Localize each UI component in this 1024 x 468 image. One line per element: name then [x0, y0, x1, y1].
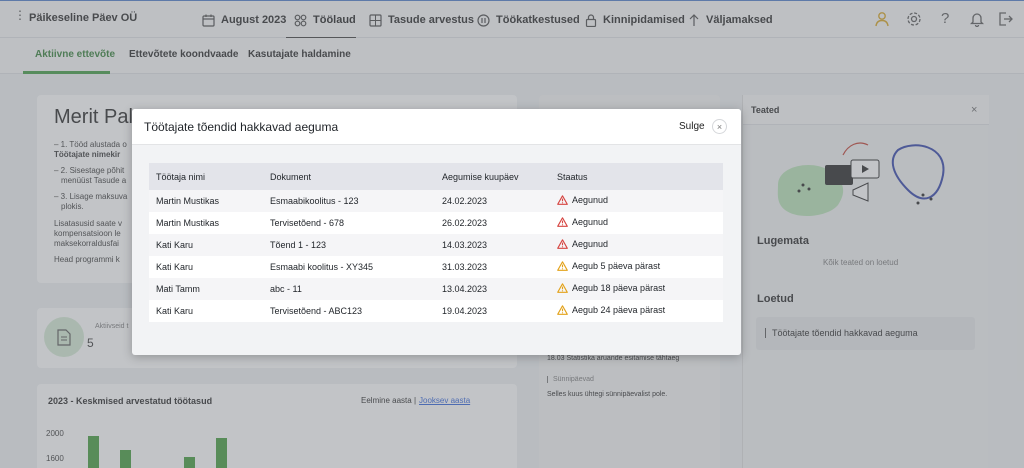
status-badge: Aegub 5 päeva pärast: [557, 261, 660, 271]
table-cell-status: Aegub 5 päeva pärast: [550, 256, 723, 278]
table-cell-date: 24.02.2023: [435, 190, 550, 212]
table-cell-status: Aegub 24 päeva pärast: [550, 300, 723, 322]
table-cell-status: Aegunud: [550, 190, 723, 212]
table-cell-status: Aegunud: [550, 212, 723, 234]
status-text: Aegub 24 päeva pärast: [572, 305, 666, 315]
column-header[interactable]: Töötaja nimi: [149, 163, 263, 190]
table-cell-date: 19.04.2023: [435, 300, 550, 322]
certificates-table: Töötaja nimi Dokument Aegumise kuupäev S…: [149, 163, 723, 322]
warning-triangle-icon: [557, 283, 568, 293]
status-badge: Aegunud: [557, 239, 608, 249]
table-row[interactable]: Kati Karu Tervisetõend - ABC123 19.04.2023…: [149, 300, 723, 322]
table-row[interactable]: Kati Karu Esmaabi koolitus - XY345 31.03.2…: [149, 256, 723, 278]
table-cell-doc: Tervisetõend - 678: [263, 212, 435, 234]
status-text: Aegub 5 päeva pärast: [572, 261, 661, 271]
close-button[interactable]: Sulge: [679, 121, 705, 132]
table-row[interactable]: Kati Karu Tõend 1 - 123 14.03.2023 Aegunud: [149, 234, 723, 256]
table-cell-status: Aegunud: [550, 234, 723, 256]
table-cell-date: 14.03.2023: [435, 234, 550, 256]
table-row[interactable]: Martin Mustikas Esmaabikoolitus - 123 24.0…: [149, 190, 723, 212]
status-text: Aegunud: [572, 239, 609, 249]
table-header-row: Töötaja nimi Dokument Aegumise kuupäev S…: [149, 163, 723, 190]
status-text: Aegunud: [572, 217, 609, 227]
table-cell-date: 26.02.2023: [435, 212, 550, 234]
warning-triangle-icon: [557, 239, 568, 249]
table-cell-status: Aegub 18 päeva pärast: [550, 278, 723, 300]
warning-triangle-icon: [557, 305, 568, 315]
expiring-certificates-modal: Töötajate tõendid hakkavad aeguma Sulge …: [132, 109, 741, 355]
table-cell-doc: Tõend 1 - 123: [263, 234, 435, 256]
status-text: Aegub 18 päeva pärast: [572, 283, 666, 293]
table-cell-doc: Esmaabikoolitus - 123: [263, 190, 435, 212]
column-header[interactable]: Aegumise kuupäev: [435, 163, 550, 190]
table-cell-date: 13.04.2023: [435, 278, 550, 300]
warning-triangle-icon: [557, 261, 568, 271]
modal-header: Töötajate tõendid hakkavad aeguma Sulge …: [132, 109, 741, 145]
table-row[interactable]: Mati Tamm abc - 11 13.04.2023 Aegub 18 päev…: [149, 278, 723, 300]
table-cell-name: Kati Karu: [149, 234, 263, 256]
table-cell-date: 31.03.2023: [435, 256, 550, 278]
column-header[interactable]: Dokument: [263, 163, 435, 190]
status-badge: Aegunud: [557, 217, 608, 227]
table-cell-doc: abc - 11: [263, 278, 435, 300]
status-text: Aegunud: [572, 195, 609, 205]
close-icon[interactable]: ×: [712, 119, 727, 134]
column-header[interactable]: Staatus: [550, 163, 723, 190]
table-cell-name: Martin Mustikas: [149, 190, 263, 212]
warning-triangle-icon: [557, 195, 568, 205]
warning-triangle-icon: [557, 217, 568, 227]
status-badge: Aegub 24 päeva pärast: [557, 305, 665, 315]
table-row[interactable]: Martin Mustikas Tervisetõend - 678 26.02.2…: [149, 212, 723, 234]
table-cell-name: Kati Karu: [149, 256, 263, 278]
status-badge: Aegub 18 päeva pärast: [557, 283, 665, 293]
table-cell-doc: Esmaabi koolitus - XY345: [263, 256, 435, 278]
table-cell-doc: Tervisetõend - ABC123: [263, 300, 435, 322]
table-cell-name: Mati Tamm: [149, 278, 263, 300]
table-cell-name: Martin Mustikas: [149, 212, 263, 234]
table-cell-name: Kati Karu: [149, 300, 263, 322]
modal-title: Töötajate tõendid hakkavad aeguma: [144, 120, 339, 134]
status-badge: Aegunud: [557, 195, 608, 205]
